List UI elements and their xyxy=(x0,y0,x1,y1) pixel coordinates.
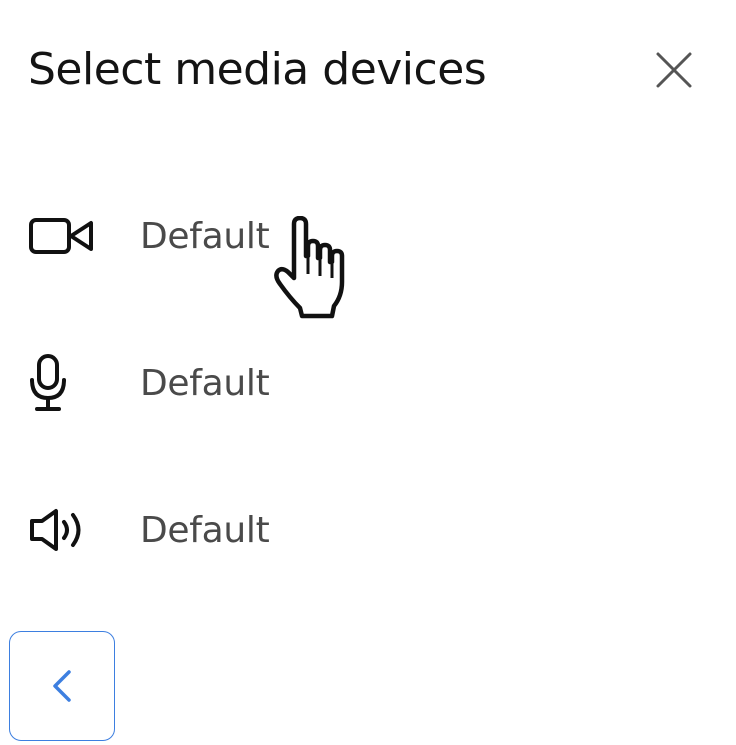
speaker-icon xyxy=(28,502,98,558)
microphone-device-selector[interactable]: Default xyxy=(28,354,448,411)
close-button[interactable] xyxy=(648,44,700,96)
chevron-left-icon xyxy=(53,670,71,702)
back-button[interactable] xyxy=(9,631,115,741)
speaker-device-label: Default xyxy=(140,509,270,551)
close-icon xyxy=(656,52,692,88)
dialog-title: Select media devices xyxy=(28,44,487,95)
video-camera-icon xyxy=(28,208,98,264)
microphone-icon xyxy=(28,354,98,411)
speaker-device-selector[interactable]: Default xyxy=(28,502,448,558)
camera-device-selector[interactable]: Default xyxy=(28,208,448,264)
camera-device-label: Default xyxy=(140,215,270,257)
microphone-device-label: Default xyxy=(140,362,270,404)
